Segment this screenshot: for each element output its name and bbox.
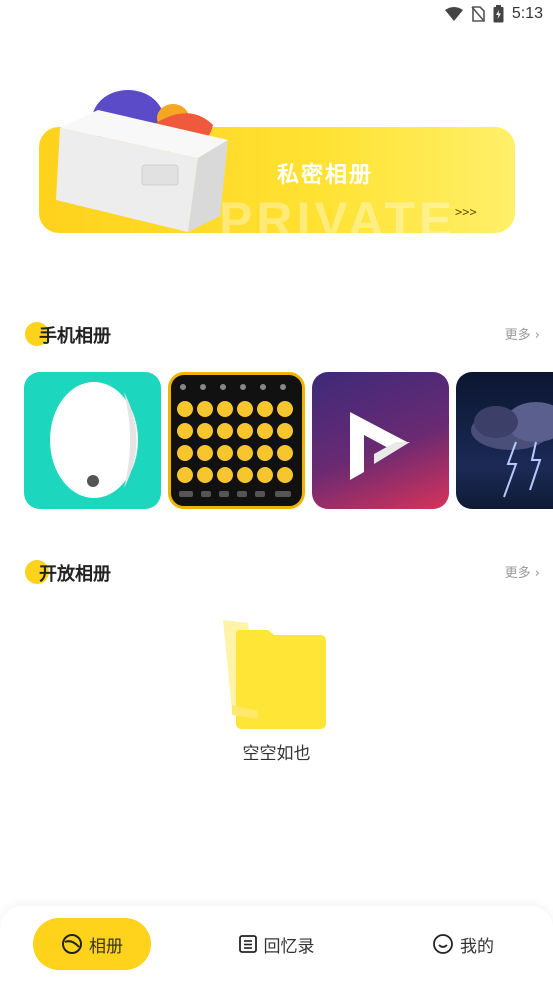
album-thumbnail[interactable] (168, 372, 305, 509)
section-title: 手机相册 (39, 326, 111, 347)
oval-app-icon (50, 382, 138, 498)
phone-albums-more-link[interactable]: 更多 › (505, 324, 540, 343)
status-time: 5:13 (511, 5, 543, 22)
section-title: 开放相册 (39, 564, 111, 585)
nav-memoir[interactable]: 回忆录 (226, 918, 326, 970)
empty-state-text: 空空如也 (242, 744, 311, 764)
empty-folder-icon (223, 620, 326, 729)
storm-cloud-image (471, 402, 553, 498)
chevron-right-icon: › (530, 566, 540, 581)
open-albums-header: 开放相册 更多 › (25, 556, 540, 586)
list-icon (238, 935, 257, 953)
wifi-icon (444, 7, 463, 21)
banner-watermark: PRIVATE (219, 192, 457, 233)
phone-albums-header: 手机相册 更多 › (25, 318, 540, 348)
album-thumbnail[interactable] (312, 372, 449, 509)
nav-memoir-label: 回忆录 (263, 936, 315, 957)
battery-icon (493, 5, 504, 23)
no-sim-icon (471, 6, 485, 22)
status-icons: 5:13 (444, 5, 543, 23)
status-bar: 5:13 (0, 0, 553, 32)
nav-mine[interactable]: 我的 (418, 918, 508, 970)
nav-album-label: 相册 (89, 936, 123, 957)
open-albums-more-link[interactable]: 更多 › (505, 562, 540, 581)
album-thumbnail[interactable] (24, 372, 161, 509)
nav-album[interactable]: 相册 (33, 918, 151, 970)
banner-title: 私密相册 (277, 163, 374, 188)
play-logo-icon (350, 412, 410, 480)
banner-arrows: >>> (455, 205, 477, 219)
emoji-keyboard-image (177, 384, 293, 497)
more-label: 更多 (504, 566, 531, 581)
chevron-right-icon: › (530, 328, 540, 343)
bottom-nav: 相册 回忆录 我的 (0, 906, 553, 983)
more-label: 更多 (504, 328, 531, 343)
album-thumbnail[interactable] (456, 372, 553, 509)
album-icon (62, 934, 82, 954)
phone-albums-row (24, 372, 553, 510)
smile-icon (433, 934, 453, 954)
nav-mine-label: 我的 (460, 936, 494, 957)
private-box-illustration (56, 90, 228, 232)
